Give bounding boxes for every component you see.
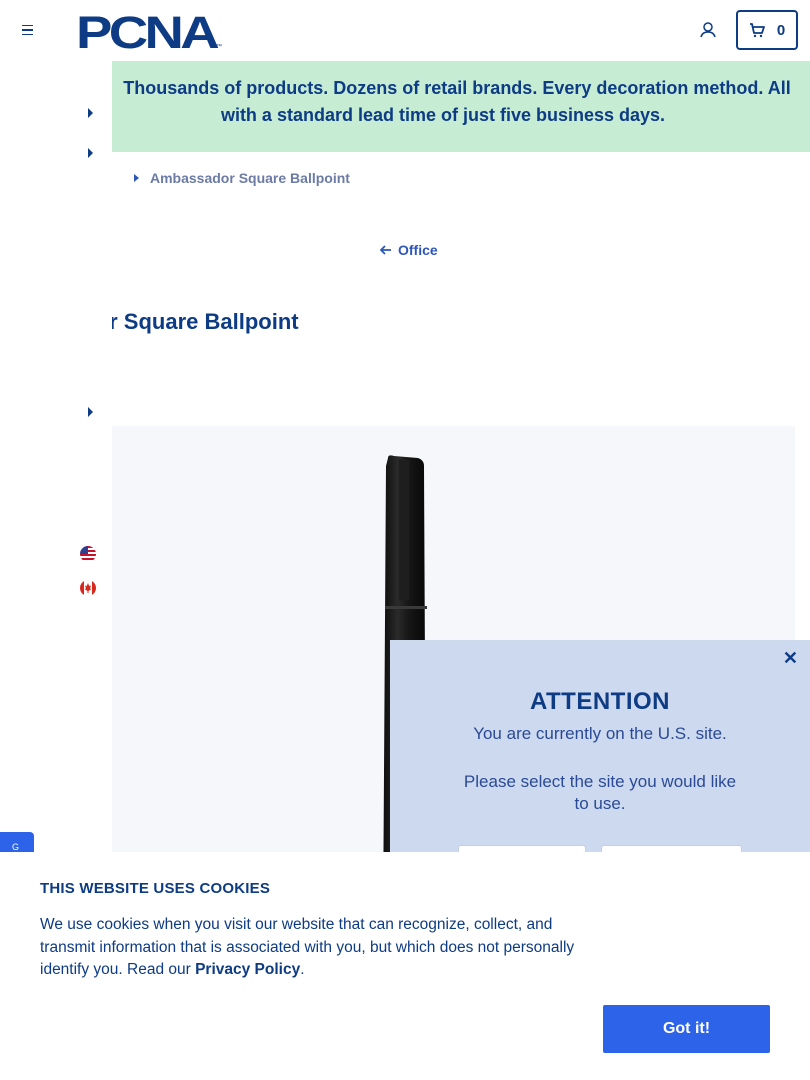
cookie-banner: THIS WEBSITE USES COOKIES We use cookies… xyxy=(0,852,810,1080)
privacy-policy-link[interactable]: Privacy Policy xyxy=(195,961,300,978)
canada-flag-icon[interactable] xyxy=(80,580,96,596)
back-to-office-link[interactable]: Office xyxy=(380,242,438,258)
modal-select-prompt: Please select the site you would like to… xyxy=(463,772,737,813)
close-icon[interactable]: ✕ xyxy=(783,648,798,669)
pcna-logo[interactable]: PCNA ™ xyxy=(76,11,226,51)
promo-line-1: Thousands of products. Dozens of retail … xyxy=(123,78,791,98)
svg-text:PCNA: PCNA xyxy=(76,11,219,51)
promo-line-2: with a standard lead time of just five b… xyxy=(220,105,666,125)
breadcrumb-separator-icon xyxy=(134,174,139,182)
cart-icon xyxy=(749,23,765,38)
caret-right-icon[interactable] xyxy=(88,407,94,417)
svg-text:™: ™ xyxy=(216,43,222,50)
caret-right-icon[interactable] xyxy=(88,148,94,158)
cart-button[interactable]: 0 xyxy=(736,10,798,50)
modal-title: ATTENTION xyxy=(529,688,671,715)
breadcrumb-current: Ambassador Square Ballpoint xyxy=(150,170,350,186)
cart-count: 0 xyxy=(776,21,786,39)
cookie-period: . xyxy=(300,961,305,978)
cookie-title: THIS WEBSITE USES COOKIES xyxy=(40,880,271,897)
cookie-text: We use cookies when you visit our websit… xyxy=(40,914,600,982)
menu-icon[interactable] xyxy=(18,20,38,40)
modal-current-site: You are currently on the U.S. site. xyxy=(473,724,727,743)
region-modal: ✕ ATTENTION You are currently on the U.S… xyxy=(390,640,810,885)
site-header: PCNA ™ 0 xyxy=(0,0,810,60)
got-it-button[interactable]: Got it! xyxy=(603,1005,770,1053)
account-icon[interactable] xyxy=(696,18,720,42)
caret-right-icon[interactable] xyxy=(88,108,94,118)
promo-banner: Thousands of products. Dozens of retail … xyxy=(0,61,810,152)
promo-banner-text: Thousands of products. Dozens of retail … xyxy=(76,75,810,129)
side-tab-label: G xyxy=(12,842,20,852)
back-link-label: Office xyxy=(398,242,438,258)
cookie-body: We use cookies when you visit our websit… xyxy=(40,916,575,978)
arrow-left-icon xyxy=(380,245,391,255)
us-flag-icon[interactable] xyxy=(80,546,96,562)
